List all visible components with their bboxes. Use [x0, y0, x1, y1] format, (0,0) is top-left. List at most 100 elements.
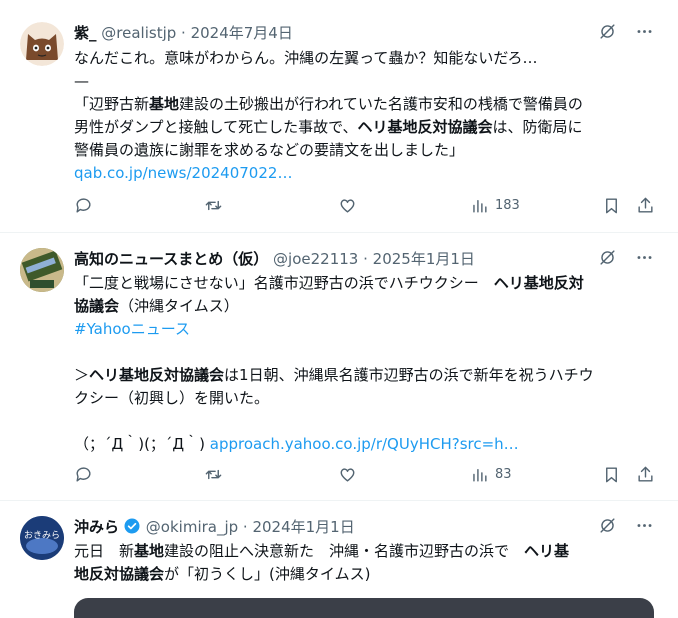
tweet-line: 警備員の遺族に謝罪を求めるなどの要請文を出しました」 — [74, 139, 654, 162]
highlighted-term: ヘリ基地反対協議会 — [89, 366, 225, 384]
tweet-line: 地反対協議会が「初うくし」(沖縄タイムス) — [74, 563, 654, 586]
tweet-text-segment: は1日朝、沖縄県名護市辺野古の浜で新年を祝うハチウ — [224, 366, 594, 384]
highlighted-term: 協議会 — [74, 297, 120, 315]
highlighted-term: 基地 — [134, 542, 165, 560]
tweet-1[interactable]: 紫_ @realistjp · 2024年7月4日 なんだこれ。意味がわからん。… — [0, 0, 678, 233]
retweet-button[interactable] — [204, 196, 223, 215]
tweet-line: #Yahooニュース — [74, 318, 654, 341]
views-count-1: 183 — [495, 198, 520, 213]
share-icon — [638, 197, 653, 213]
reply-icon — [76, 467, 91, 482]
avatar-2[interactable] — [20, 248, 64, 292]
tweet-text-segment: 建設の土砂搬出が行われていた名護市安和の桟橋で警備員の — [179, 95, 583, 113]
tweet-line: クシー（初興し）を開いた。 — [74, 387, 654, 410]
tweet-link[interactable]: approach.yahoo.co.jp/r/QUyHCH?src=h… — [210, 435, 519, 453]
display-name-1[interactable]: 紫_ — [74, 24, 97, 42]
tweet-text-segment: が「初うくし」(沖縄タイムス) — [164, 565, 371, 583]
tweet-line: 協議会（沖縄タイムス） — [74, 295, 654, 318]
like-button[interactable] — [338, 196, 357, 215]
views-icon — [473, 200, 487, 213]
bookmark-button[interactable] — [602, 465, 621, 484]
tweet-link[interactable]: qab.co.jp/news/202407022… — [74, 164, 292, 182]
tweet-3[interactable]: おきみら 沖みら @okimira_jp · 2024年1月1日 元日 新基地建… — [0, 500, 678, 609]
media-preview[interactable] — [74, 598, 654, 618]
retweet-icon — [205, 200, 222, 211]
handle-2[interactable]: @joe22113 — [273, 250, 358, 268]
more-icon[interactable] — [635, 248, 654, 267]
retweet-icon — [205, 469, 222, 480]
bookmark-icon — [606, 198, 617, 214]
tweet-text-1: なんだこれ。意味がわからん。沖縄の左翼って蟲か？知能ないだろ… — 「辺野古新基地建… — [74, 47, 654, 185]
more-icon[interactable] — [635, 22, 654, 41]
like-icon — [340, 468, 355, 482]
reply-icon — [76, 198, 91, 213]
timestamp-2[interactable]: 2025年1月1日 — [373, 250, 475, 268]
tweet-text-segment: ＞ — [74, 366, 90, 384]
tweet-line: 元日 新基地建設の阻止へ決意新た 沖縄・名護市辺野古の浜で ヘリ基 — [74, 540, 654, 563]
separator-2: · — [358, 250, 373, 268]
highlighted-term: ヘリ基 — [524, 542, 570, 560]
views-button[interactable]: 183 — [470, 196, 520, 215]
more-icon[interactable] — [635, 516, 654, 535]
tweet-line: — — [74, 70, 654, 93]
grok-icon[interactable] — [598, 516, 617, 535]
tweet-text-2: 「二度と戦場にさせない」名護市辺野古の浜でハチウクシー ヘリ基地反対 協議会（沖縄… — [74, 272, 654, 456]
share-button[interactable] — [636, 196, 655, 215]
bookmark-button[interactable] — [602, 196, 621, 215]
action-bar-1: 183 — [74, 196, 654, 220]
tweet-line: 「辺野古新基地建設の土砂搬出が行われていた名護市安和の桟橋で警備員の — [74, 93, 654, 116]
tweet-text-3: 元日 新基地建設の阻止へ決意新た 沖縄・名護市辺野古の浜で ヘリ基 地反対協議会が… — [74, 540, 654, 586]
like-button[interactable] — [338, 465, 357, 484]
tweet-text-segment: 「辺野古新 — [74, 95, 150, 113]
share-button[interactable] — [636, 465, 655, 484]
tweet-text-segment: なんだこれ。意味がわからん。沖縄の左翼って蟲か？知能ないだろ… — [74, 49, 538, 67]
action-bar-2: 83 — [74, 465, 654, 489]
display-name-2[interactable]: 高知のニュースまとめ（仮） — [74, 250, 268, 268]
tweet-text-segment: 警備員の遺族に謝罪を求めるなどの要請文を出しました」 — [74, 141, 465, 159]
tweet-line — [74, 341, 654, 364]
tweet-line: 男性がダンプと接触して死亡した事故で、ヘリ基地反対協議会は、防衛局に — [74, 116, 654, 139]
verified-badge-icon — [123, 517, 141, 540]
tweet-text-segment: は、防衛局に — [492, 118, 583, 136]
tweet-line: qab.co.jp/news/202407022… — [74, 162, 654, 185]
tweet-line: 「二度と戦場にさせない」名護市辺野古の浜でハチウクシー ヘリ基地反対 — [74, 272, 654, 295]
bookmark-icon — [606, 467, 617, 483]
tweet-line — [74, 410, 654, 433]
display-name-3[interactable]: 沖みら — [74, 518, 119, 536]
tweet-line: （；´Д｀)(；´Д｀) approach.yahoo.co.jp/r/QUyH… — [74, 433, 654, 456]
highlighted-term: ヘリ基地反対協議会 — [357, 118, 493, 136]
share-icon — [638, 466, 653, 482]
separator-1: · — [176, 24, 191, 42]
tweet-text-segment: （；´Д｀)(；´Д｀) — [74, 435, 210, 453]
timestamp-1[interactable]: 2024年7月4日 — [191, 24, 293, 42]
tweet-link[interactable]: #Yahooニュース — [74, 320, 190, 338]
handle-3[interactable]: @okimira_jp — [146, 518, 238, 536]
tweet-text-segment: 男性がダンプと接触して死亡した事故で、 — [74, 118, 358, 136]
views-icon — [473, 469, 487, 482]
cat-avatar-icon — [20, 22, 64, 66]
highlighted-term: 地反対協議会 — [74, 565, 165, 583]
grok-icon[interactable] — [598, 248, 617, 267]
grok-icon[interactable] — [598, 22, 617, 41]
tweet-text-segment: （沖縄タイムス） — [119, 297, 239, 315]
handle-1[interactable]: @realistjp — [101, 24, 176, 42]
okimira-logo-icon: おきみら — [20, 516, 64, 560]
separator-3: · — [238, 518, 253, 536]
reply-button[interactable] — [74, 196, 93, 215]
svg-text:おきみら: おきみら — [24, 530, 60, 541]
retweet-button[interactable] — [204, 465, 223, 484]
news-logo-icon — [20, 248, 64, 292]
tweet-text-segment: 「二度と戦場にさせない」名護市辺野古の浜でハチウクシー — [74, 274, 494, 292]
avatar-3[interactable]: おきみら — [20, 516, 64, 560]
highlighted-term: ヘリ基地反対 — [493, 274, 584, 292]
views-button[interactable]: 83 — [470, 465, 512, 484]
timestamp-3[interactable]: 2024年1月1日 — [252, 518, 354, 536]
tweet-2[interactable]: 高知のニュースまとめ（仮） @joe22113 · 2025年1月1日 「二度と… — [0, 232, 678, 501]
views-count-2: 83 — [495, 467, 512, 482]
avatar-1[interactable] — [20, 22, 64, 66]
tweet-line: ＞ヘリ基地反対協議会は1日朝、沖縄県名護市辺野古の浜で新年を祝うハチウ — [74, 364, 654, 387]
tweet-text-segment: クシー（初興し）を開いた。 — [74, 389, 270, 407]
tweet-line: なんだこれ。意味がわからん。沖縄の左翼って蟲か？知能ないだろ… — [74, 47, 654, 70]
like-icon — [340, 199, 355, 213]
reply-button[interactable] — [74, 465, 93, 484]
